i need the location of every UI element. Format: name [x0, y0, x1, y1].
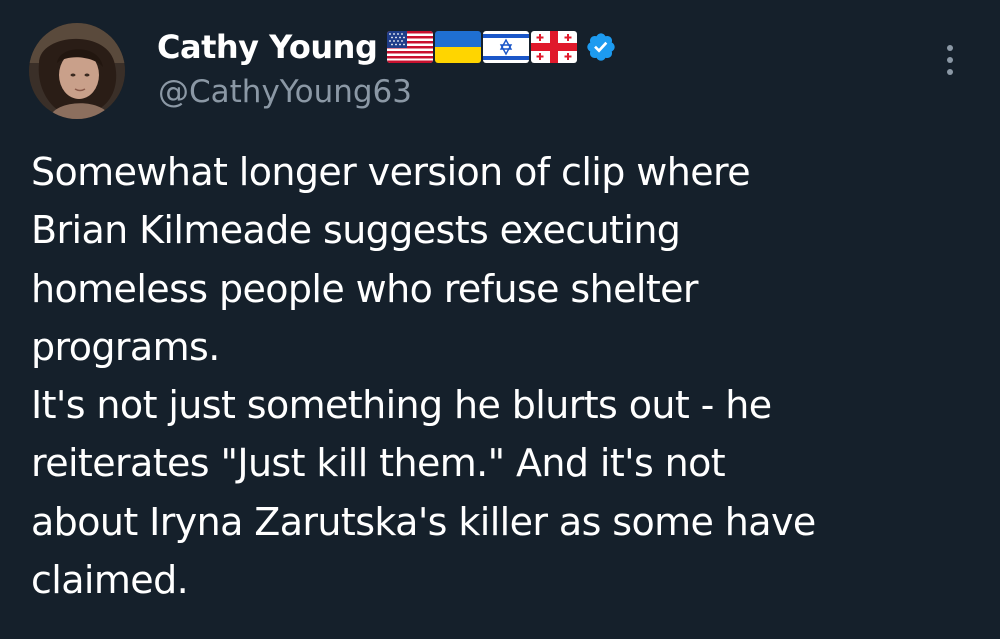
israel-flag-icon — [483, 31, 530, 63]
tweet-text-line: homeless people who refuse shelter — [31, 266, 699, 311]
avatar-photo — [29, 23, 125, 119]
verified-badge-icon[interactable] — [585, 31, 617, 63]
us-flag-icon — [387, 31, 434, 63]
flag-emojis — [387, 31, 578, 63]
tweet-text-line: claimed. — [31, 558, 189, 603]
avatar[interactable] — [29, 23, 125, 119]
georgia-flag-icon — [531, 31, 578, 63]
ukraine-flag-icon — [435, 31, 482, 63]
tweet-text-line: Somewhat longer version of clip where — [31, 150, 751, 194]
tweet-text-line: Brian Kilmeade suggests executing — [31, 208, 681, 253]
tweet-text-line: about Iryna Zarutska's killer as some ha… — [31, 499, 816, 544]
author-header: Cathy Young — [157, 22, 617, 72]
more-options-icon[interactable] — [938, 43, 962, 77]
tweet-text-line: programs. — [31, 324, 220, 369]
tweet-card: Cathy Young @CathyYoung63 Somewhat longe… — [0, 0, 1000, 639]
tweet-text-line: reiterates "Just kill them." And it's no… — [31, 441, 726, 486]
tweet-text-line: It's not just something he blurts out - … — [31, 383, 772, 428]
tweet-text: Somewhat longer version of clip where Br… — [31, 143, 961, 609]
author-display-name[interactable]: Cathy Young — [157, 28, 378, 66]
author-handle[interactable]: @CathyYoung63 — [158, 74, 412, 110]
